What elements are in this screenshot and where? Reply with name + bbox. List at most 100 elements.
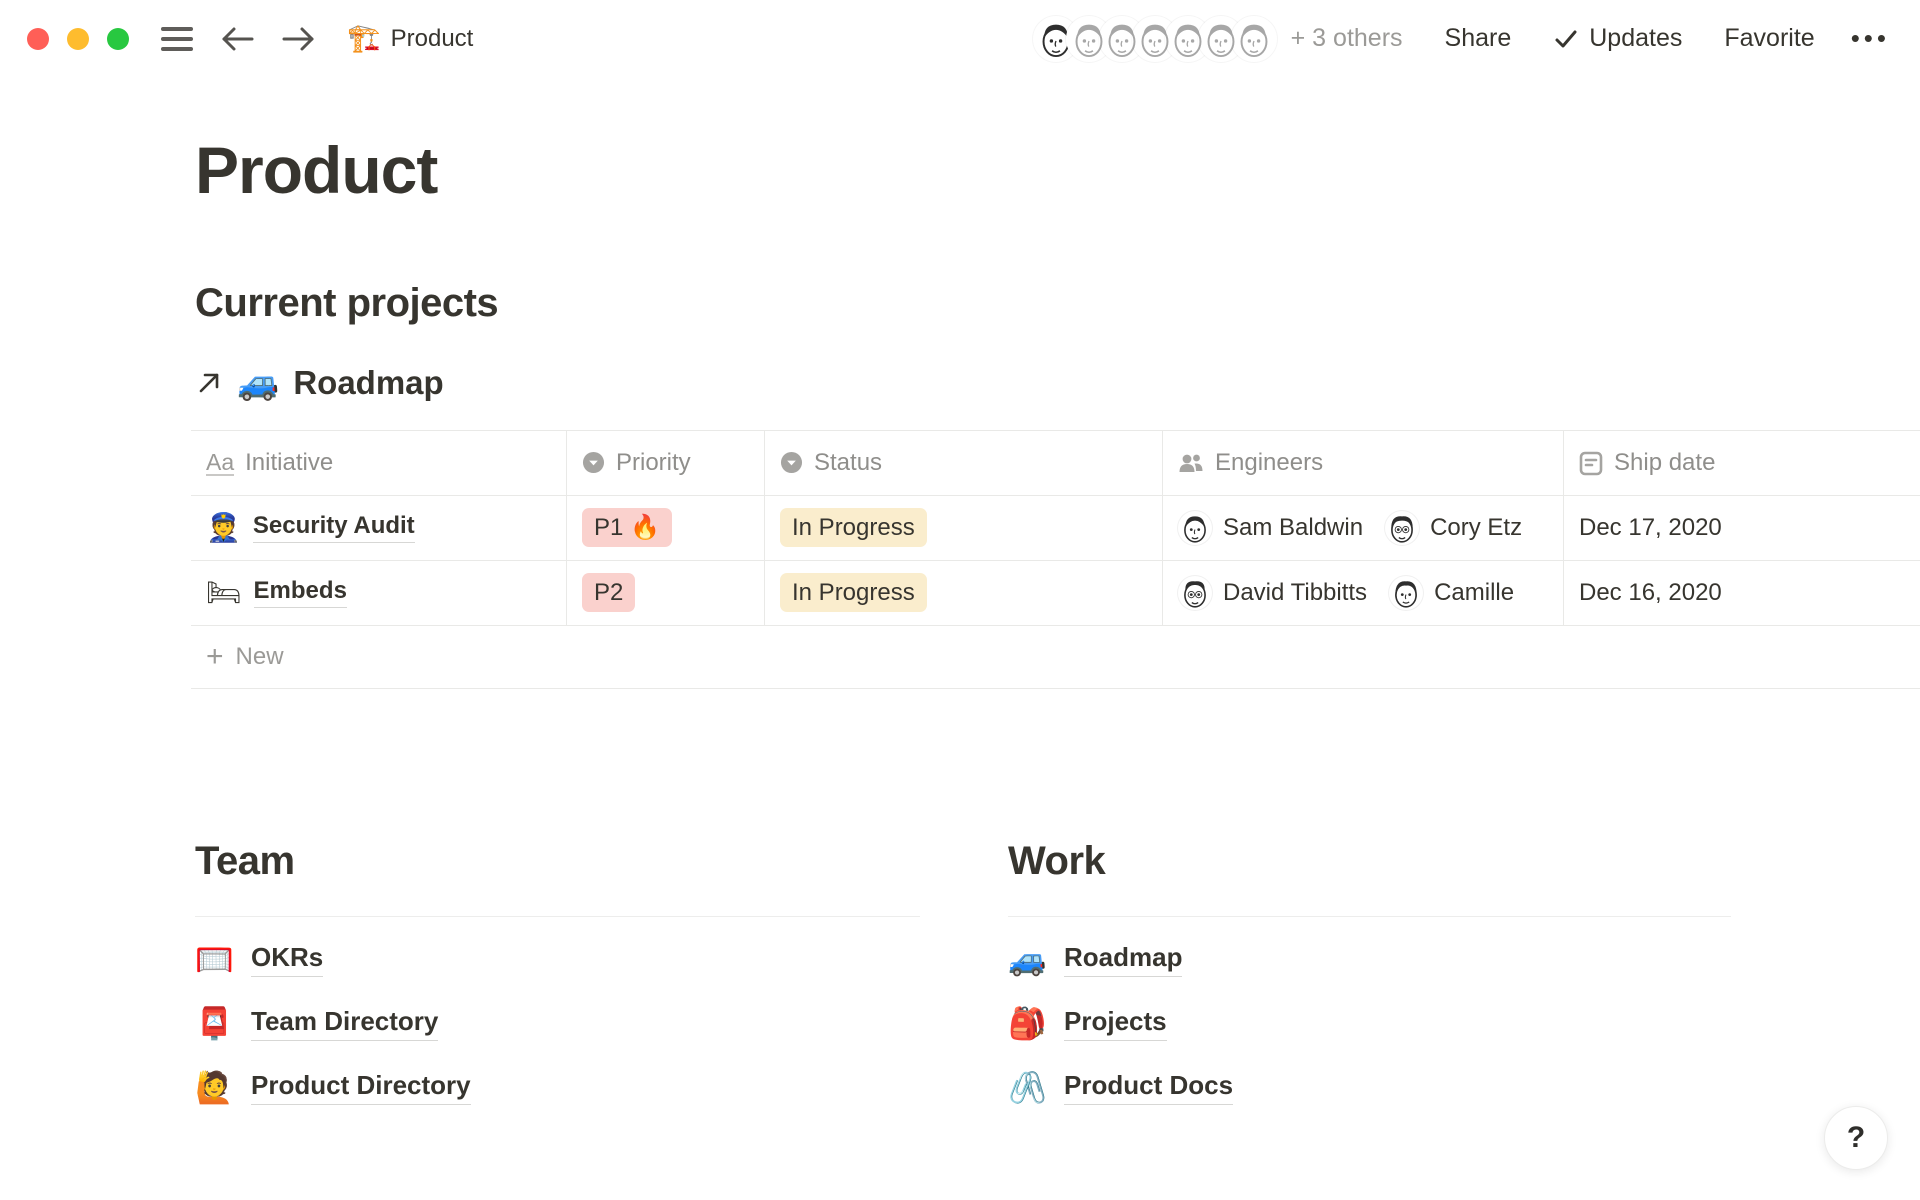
table-row: 🛏 Embeds P2 In Progress David Tibbitts C…: [191, 561, 1920, 626]
column-label: Initiative: [245, 449, 333, 477]
engineer-avatar: [1178, 576, 1212, 610]
close-window-button[interactable]: [27, 28, 49, 50]
engineer-name: David Tibbitts: [1223, 579, 1367, 607]
check-icon: [1553, 26, 1579, 52]
initiative-page-link[interactable]: Embeds: [254, 577, 347, 608]
breadcrumb-page-title: Product: [391, 25, 474, 53]
work-section: Work 🚙 Roadmap 🎒 Projects 🖇️ Product Doc…: [1008, 839, 1731, 1109]
engineer-name: Cory Etz: [1430, 514, 1522, 542]
engineer-chip[interactable]: Cory Etz: [1385, 511, 1522, 545]
status-badge: In Progress: [780, 573, 927, 612]
people-property-icon: [1178, 451, 1204, 475]
favorite-button[interactable]: Favorite: [1724, 24, 1814, 53]
priority-badge: P1 🔥: [582, 508, 672, 547]
status-cell[interactable]: In Progress: [765, 496, 1163, 560]
priority-cell[interactable]: P2: [567, 561, 765, 625]
engineer-chip[interactable]: Camille: [1389, 576, 1514, 610]
postbox-emoji-icon: 📮: [195, 1008, 233, 1039]
backpack-emoji-icon: 🎒: [1008, 1008, 1046, 1039]
column-header-ship-date[interactable]: Ship date: [1564, 431, 1920, 495]
team-heading: Team: [195, 839, 920, 884]
column-header-status[interactable]: Status: [765, 431, 1163, 495]
help-button[interactable]: ?: [1824, 1106, 1888, 1170]
window-titlebar: 🏗️ Product + 3 others Share Updates Favo…: [0, 0, 1920, 77]
ship-date-cell[interactable]: Dec 17, 2020: [1564, 496, 1920, 560]
updates-label: Updates: [1589, 24, 1682, 53]
zoom-window-button[interactable]: [107, 28, 129, 50]
breadcrumb[interactable]: 🏗️ Product: [347, 25, 473, 53]
bottom-sections: Team 🥅 OKRs 📮 Team Directory 🙋 Product D…: [195, 839, 1920, 1109]
page-link-label: OKRs: [251, 942, 323, 977]
column-label: Status: [814, 449, 882, 477]
table-row: 👮 Security Audit P1 🔥 In Progress Sam Ba…: [191, 496, 1920, 561]
car-emoji-icon: 🚙: [1008, 944, 1046, 975]
engineer-name: Sam Baldwin: [1223, 514, 1363, 542]
share-button[interactable]: Share: [1445, 24, 1512, 53]
priority-cell[interactable]: P1 🔥: [567, 496, 765, 560]
ship-date-value: Dec 17, 2020: [1579, 514, 1722, 542]
column-header-priority[interactable]: Priority: [567, 431, 765, 495]
select-property-icon: [582, 451, 605, 474]
share-label: Share: [1445, 24, 1512, 53]
paperclips-emoji-icon: 🖇️: [1008, 1072, 1046, 1103]
forward-arrow-icon[interactable]: [281, 24, 317, 54]
back-arrow-icon[interactable]: [219, 24, 255, 54]
status-cell[interactable]: In Progress: [765, 561, 1163, 625]
engineers-cell[interactable]: Sam Baldwin Cory Etz: [1163, 496, 1564, 560]
page-link-label: Team Directory: [251, 1006, 438, 1041]
page-link-label: Roadmap: [1064, 942, 1182, 977]
engineer-avatar: [1385, 511, 1419, 545]
page-body: Product Current projects 🚙 Roadmap Aa In…: [0, 133, 1920, 1109]
question-mark-icon: ?: [1847, 1121, 1865, 1155]
avatar[interactable]: [1231, 16, 1277, 62]
new-row-label: New: [236, 643, 284, 671]
team-divider: [195, 916, 920, 917]
initiative-cell: 👮 Security Audit: [191, 496, 567, 560]
team-link-list: 🥅 OKRs 📮 Team Directory 🙋 Product Direct…: [195, 939, 920, 1109]
goal-net-emoji-icon: 🥅: [195, 944, 233, 975]
current-projects-heading: Current projects: [195, 281, 1920, 326]
initiative-page-link[interactable]: Security Audit: [253, 512, 415, 543]
work-link-list: 🚙 Roadmap 🎒 Projects 🖇️ Product Docs: [1008, 939, 1731, 1109]
ship-date-cell[interactable]: Dec 16, 2020: [1564, 561, 1920, 625]
product-directory-page-link[interactable]: 🙋 Product Directory: [195, 1067, 471, 1109]
sidebar-menu-icon[interactable]: [161, 27, 193, 51]
page-title: Product: [195, 133, 1920, 209]
engineer-name: Camille: [1434, 579, 1514, 607]
favorite-label: Favorite: [1724, 24, 1814, 53]
more-options-icon[interactable]: •••: [1851, 23, 1890, 54]
projects-page-link[interactable]: 🎒 Projects: [1008, 1003, 1167, 1045]
roadmap-page-link[interactable]: 🚙 Roadmap: [1008, 939, 1182, 981]
work-divider: [1008, 916, 1731, 917]
column-label: Engineers: [1215, 449, 1323, 477]
roadmap-table: Aa Initiative Priority Status Engineers: [191, 430, 1920, 689]
engineer-chip[interactable]: Sam Baldwin: [1178, 511, 1363, 545]
page-link-label: Product Docs: [1064, 1070, 1233, 1105]
team-directory-page-link[interactable]: 📮 Team Directory: [195, 1003, 438, 1045]
engineers-cell[interactable]: David Tibbitts Camille: [1163, 561, 1564, 625]
okrs-page-link[interactable]: 🥅 OKRs: [195, 939, 323, 981]
product-docs-page-link[interactable]: 🖇️ Product Docs: [1008, 1067, 1233, 1109]
status-badge: In Progress: [780, 508, 927, 547]
new-row-button[interactable]: + New: [191, 626, 1920, 689]
text-property-icon: Aa: [206, 450, 234, 476]
initiative-cell: 🛏 Embeds: [191, 561, 567, 625]
page-link-label: Projects: [1064, 1006, 1167, 1041]
page-emoji-icon: 🏗️: [347, 25, 381, 52]
select-property-icon: [780, 451, 803, 474]
roadmap-link-label: Roadmap: [293, 364, 443, 402]
engineer-chip[interactable]: David Tibbitts: [1178, 576, 1367, 610]
others-count-label[interactable]: + 3 others: [1291, 24, 1403, 53]
raising-hand-emoji-icon: 🙋: [195, 1072, 233, 1103]
calendar-property-icon: [1579, 450, 1603, 476]
engineer-avatar: [1389, 576, 1423, 610]
column-header-initiative[interactable]: Aa Initiative: [191, 431, 567, 495]
work-heading: Work: [1008, 839, 1731, 884]
viewer-avatar-stack[interactable]: [1033, 16, 1277, 62]
column-header-engineers[interactable]: Engineers: [1163, 431, 1564, 495]
column-label: Ship date: [1614, 449, 1715, 477]
roadmap-collection-link[interactable]: 🚙 Roadmap: [195, 364, 444, 402]
updates-button[interactable]: Updates: [1553, 24, 1682, 53]
minimize-window-button[interactable]: [67, 28, 89, 50]
table-header-row: Aa Initiative Priority Status Engineers: [191, 430, 1920, 496]
